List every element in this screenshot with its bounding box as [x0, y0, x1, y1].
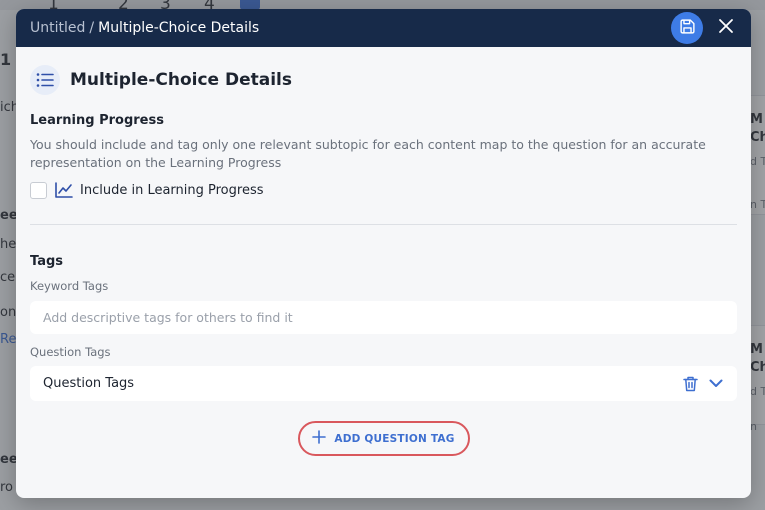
list-icon	[30, 65, 60, 95]
modal-title-row: Multiple-Choice Details	[30, 65, 737, 95]
breadcrumb-current: Multiple-Choice Details	[98, 20, 260, 36]
tags-heading: Tags	[30, 254, 64, 269]
modal-body: Multiple-Choice Details Learning Progres…	[16, 47, 751, 456]
include-learning-progress-checkbox[interactable]	[30, 181, 47, 199]
learning-progress-description: You should include and tag only one rele…	[30, 137, 706, 170]
save-icon	[679, 18, 696, 39]
learning-progress-heading: Learning Progress	[30, 113, 164, 128]
keyword-tags-label: Keyword Tags	[30, 279, 109, 293]
modal-header: Untitled / Multiple-Choice Details	[16, 9, 751, 47]
section-divider	[30, 224, 737, 225]
add-question-tag-button[interactable]: ADD QUESTION TAG	[297, 421, 470, 456]
add-question-tag-label: ADD QUESTION TAG	[334, 432, 455, 445]
modal-title: Multiple-Choice Details	[70, 70, 293, 90]
keyword-tags-input[interactable]	[30, 301, 737, 334]
multiple-choice-details-modal: Untitled / Multiple-Choice Details Multi…	[16, 9, 751, 498]
close-button[interactable]	[713, 15, 739, 41]
line-chart-icon	[55, 181, 73, 199]
question-tags-value: Question Tags	[43, 376, 135, 391]
include-learning-progress-row[interactable]: Include in Learning Progress	[30, 181, 737, 199]
chevron-down-icon[interactable]	[705, 373, 727, 395]
trash-icon[interactable]	[679, 373, 701, 395]
breadcrumb-separator: /	[89, 20, 95, 36]
add-question-tag-wrapper: ADD QUESTION TAG	[30, 421, 737, 456]
breadcrumb-root[interactable]: Untitled	[30, 20, 85, 36]
question-tags-label: Question Tags	[30, 345, 111, 359]
save-button[interactable]	[671, 12, 703, 44]
question-tags-select[interactable]: Question Tags	[30, 366, 737, 401]
include-learning-progress-label[interactable]: Include in Learning Progress	[80, 183, 264, 198]
plus-icon	[312, 429, 327, 448]
close-icon	[718, 18, 734, 38]
